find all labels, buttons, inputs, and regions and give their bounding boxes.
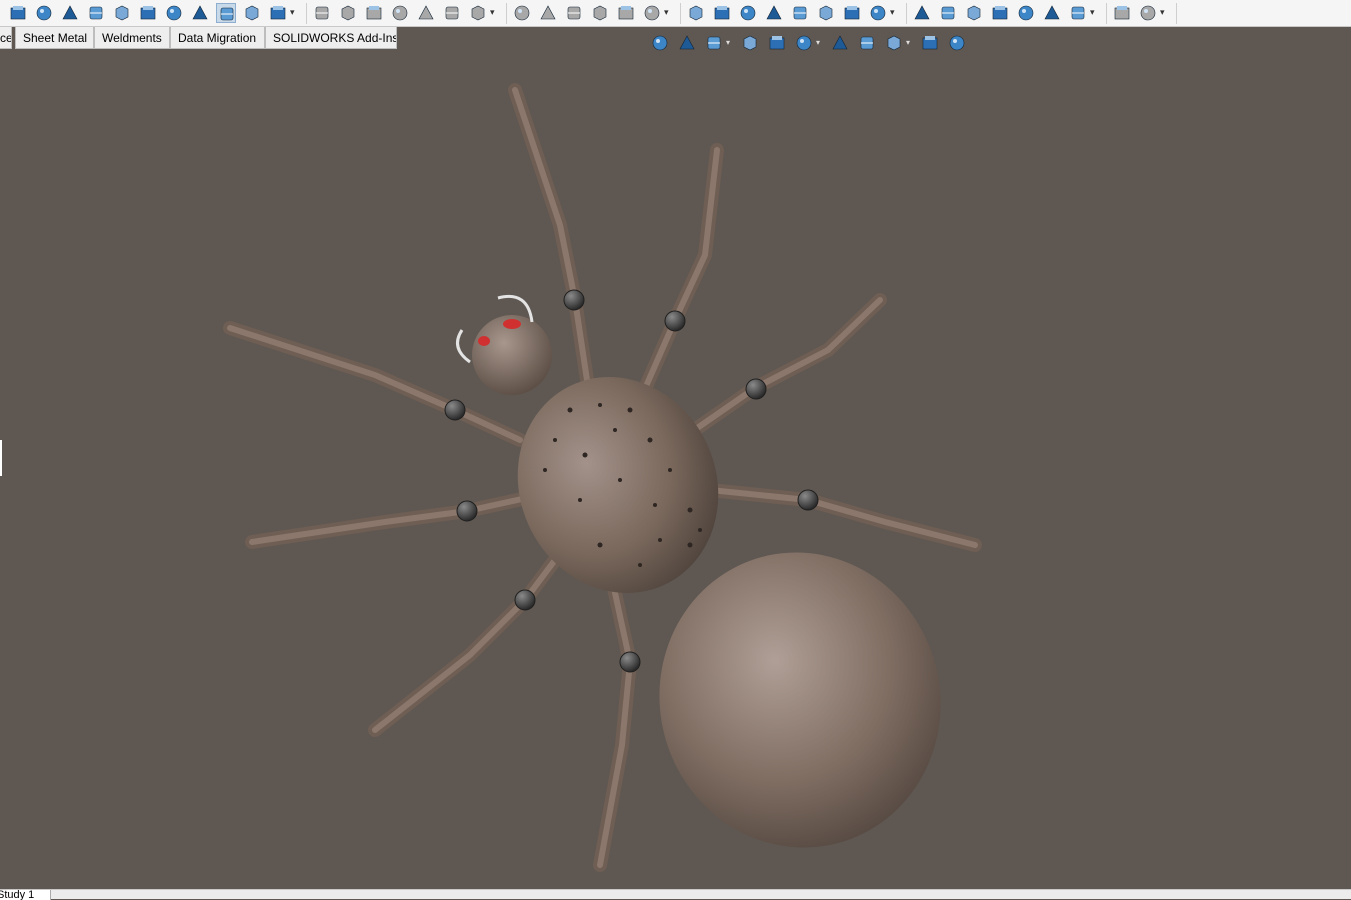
spider-eye (503, 319, 521, 329)
tab-data-migration[interactable]: Data Migration (170, 27, 265, 49)
toolbar-separator (506, 3, 507, 24)
offset-icon[interactable] (590, 3, 610, 23)
convert-icon[interactable] (564, 3, 584, 23)
display-icon[interactable] (642, 3, 662, 23)
tab-solidworks-add-ins[interactable]: SOLIDWORKS Add-Ins (265, 27, 397, 49)
section-view-icon[interactable] (740, 33, 760, 53)
status-bar: Study 1 (0, 889, 1351, 900)
graphics-viewport[interactable] (0, 49, 1351, 889)
draft-icon[interactable] (216, 3, 236, 23)
toolbar-separator (1176, 3, 1177, 24)
rib-icon[interactable] (164, 3, 184, 23)
display-style-icon[interactable] (794, 33, 814, 53)
chevron-down-icon[interactable]: ▾ (1090, 7, 1095, 18)
plane-icon[interactable] (712, 3, 732, 23)
view-orientation-icon[interactable] (767, 33, 787, 53)
leg-joint (444, 399, 466, 421)
feature-toolbar: ▾ ▾ ▾ ▾ ▾ ▾ (0, 0, 1351, 27)
chevron-down-icon[interactable]: ▾ (290, 7, 295, 18)
revolve-icon[interactable] (34, 3, 54, 23)
sweep-icon[interactable] (964, 3, 984, 23)
monitor-icon[interactable] (947, 33, 967, 53)
leg-joint (563, 289, 585, 311)
leg-joint (745, 378, 767, 400)
cube-icon[interactable] (738, 3, 758, 23)
instant3d-icon[interactable] (790, 3, 810, 23)
arrow-down-icon[interactable] (868, 3, 888, 23)
chevron-down-icon[interactable]: ▾ (490, 7, 495, 18)
appearance-icon[interactable] (268, 3, 288, 23)
sketch-icon[interactable] (242, 3, 262, 23)
surface-icon[interactable] (686, 3, 706, 23)
wrap-icon[interactable] (312, 3, 332, 23)
chamfer-icon[interactable] (112, 3, 132, 23)
toolbar-separator (306, 3, 307, 24)
leg-joint (456, 500, 478, 522)
hide-icon[interactable] (1112, 3, 1132, 23)
leg-joint (514, 589, 536, 611)
chevron-down-icon[interactable]: ▾ (726, 38, 730, 47)
tab-sketch-partial[interactable]: ce (0, 27, 12, 49)
apply-scene-icon[interactable] (884, 33, 904, 53)
insert-icon[interactable] (842, 3, 862, 23)
previous-view-icon[interactable] (704, 33, 724, 53)
move-icon[interactable] (816, 3, 836, 23)
toolbar-separator (906, 3, 907, 24)
leg-joint (797, 489, 819, 511)
spider-fang (456, 329, 471, 364)
boundary-icon[interactable] (990, 3, 1010, 23)
hide-show-icon[interactable] (830, 33, 850, 53)
chevron-down-icon[interactable]: ▾ (1160, 7, 1165, 18)
leg-joint (664, 310, 686, 332)
spider-model (223, 83, 982, 872)
heads-up-view-toolbar: ▾ ▾ ▾ (650, 33, 1010, 55)
box-icon[interactable] (538, 3, 558, 23)
loft-icon[interactable] (938, 3, 958, 23)
thicken-icon[interactable] (1042, 3, 1062, 23)
measure-icon[interactable] (1138, 3, 1158, 23)
chevron-down-icon[interactable]: ▾ (664, 7, 669, 18)
extrude-surface-icon[interactable] (912, 3, 932, 23)
fillet-icon[interactable] (86, 3, 106, 23)
edit-appearance-icon[interactable] (857, 33, 877, 53)
assembly-icon[interactable] (764, 3, 784, 23)
surface-body-icon[interactable] (1068, 3, 1088, 23)
view-settings-icon[interactable] (920, 33, 940, 53)
text-icon[interactable] (416, 3, 436, 23)
zoom-area-icon[interactable] (677, 33, 697, 53)
extrude-icon[interactable] (8, 3, 28, 23)
chevron-down-icon[interactable]: ▾ (890, 7, 895, 18)
mirror-icon[interactable] (512, 3, 532, 23)
zoom-to-fit-icon[interactable] (650, 33, 670, 53)
spider-eye (478, 336, 490, 346)
arc-icon[interactable] (468, 3, 488, 23)
dimension-icon[interactable] (338, 3, 358, 23)
leg-joint (619, 651, 641, 673)
cut-icon[interactable] (60, 3, 80, 23)
tab-weldments[interactable]: Weldments (94, 27, 170, 49)
pattern-icon[interactable] (138, 3, 158, 23)
toolbar-separator (1106, 3, 1107, 24)
tab-sheet-metal[interactable]: Sheet Metal (15, 27, 94, 49)
chevron-down-icon[interactable]: ▾ (816, 38, 820, 47)
toolbar-separator (680, 3, 681, 24)
shell-icon[interactable] (190, 3, 210, 23)
circle-icon[interactable] (364, 3, 384, 23)
polygon-icon[interactable] (390, 3, 410, 23)
viewport-edge-marker (0, 440, 2, 476)
chevron-down-icon[interactable]: ▾ (906, 38, 910, 47)
ellipse-icon[interactable] (442, 3, 462, 23)
flatten-icon[interactable] (1016, 3, 1036, 23)
rectangle-icon[interactable] (616, 3, 636, 23)
